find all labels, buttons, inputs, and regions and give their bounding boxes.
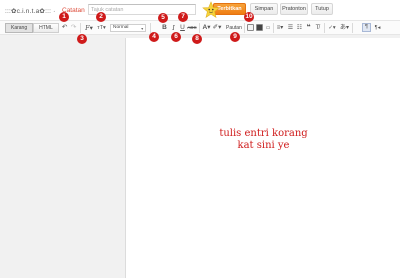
format-select[interactable]: Normal ▼ <box>110 24 146 32</box>
format-select-value: Normal <box>113 25 129 30</box>
bullet-list-icon[interactable]: ☷ <box>296 23 303 33</box>
align-icon[interactable]: ≡▾ <box>276 23 284 33</box>
strikethrough-button[interactable]: ABC <box>187 23 197 33</box>
toolbar-divider <box>80 23 81 33</box>
undo-icon[interactable]: ↶ <box>61 23 68 33</box>
marker-5: 5 <box>158 13 168 23</box>
numbered-list-icon[interactable]: ☰ <box>287 23 294 33</box>
toolbar-divider <box>244 23 245 33</box>
marker-10: 10 <box>244 12 254 22</box>
breadcrumb-separator: · <box>53 8 56 15</box>
input-tools-icon[interactable]: あ▾ <box>340 23 349 33</box>
highlight-color-icon[interactable]: ✐▾ <box>212 23 222 33</box>
video-icon[interactable] <box>256 24 263 31</box>
preview-button[interactable]: Pratonton <box>280 3 308 15</box>
star-icon <box>202 1 220 18</box>
marker-7: 7 <box>178 12 188 22</box>
blog-name[interactable]: :::✿c.i.n.t.a✿::: · <box>5 7 55 15</box>
editor-content: tulis entri korang kat sini ye <box>126 128 400 152</box>
marker-6: 6 <box>171 32 181 42</box>
spellcheck-icon[interactable]: ✓▾ <box>327 23 337 33</box>
remove-format-icon[interactable]: T̸ <box>314 23 321 33</box>
toolbar-divider <box>199 23 200 33</box>
redo-icon[interactable]: ↷ <box>70 23 77 33</box>
editor-text-line: kat sini ye <box>237 140 290 151</box>
text-color-icon[interactable]: A▾ <box>202 23 211 33</box>
save-button[interactable]: Simpan <box>250 3 278 15</box>
marker-2: 2 <box>96 12 106 22</box>
mode-switch: Karang HTML <box>5 23 59 33</box>
blog-name-text: :::✿c.i.n.t.a✿::: <box>5 8 52 15</box>
toolbar-divider <box>352 23 353 33</box>
bold-button[interactable]: B <box>161 23 168 33</box>
marker-1: 1 <box>59 12 69 22</box>
marker-8: 8 <box>192 34 202 44</box>
editor-text-line: tulis entri korang <box>219 128 308 139</box>
jump-break-icon[interactable]: ▭ <box>265 23 271 33</box>
rtl-direction-icon[interactable]: ¶◂ <box>373 23 382 33</box>
underline-button[interactable]: U <box>179 23 186 33</box>
compose-mode-button[interactable]: Karang <box>5 23 34 33</box>
quote-icon[interactable]: ❝ <box>305 23 312 33</box>
close-button[interactable]: Tutup <box>311 3 333 15</box>
marker-3: 3 <box>77 34 87 44</box>
font-size-icon[interactable]: тT▾ <box>96 23 107 33</box>
toolbar-divider <box>324 23 325 33</box>
ltr-direction-icon[interactable]: ¶ <box>362 23 371 32</box>
image-icon[interactable] <box>247 24 254 31</box>
font-family-icon[interactable]: F▾ <box>84 23 94 33</box>
chevron-down-icon: ▼ <box>140 27 144 31</box>
editor-toolbar: Karang HTML ↶ ↷ F▾ тT▾ Normal ▼ B I U AB… <box>0 20 400 35</box>
marker-9: 9 <box>230 32 240 42</box>
marker-4: 4 <box>149 32 159 42</box>
html-mode-button[interactable]: HTML <box>33 23 59 33</box>
post-body-editor[interactable]: tulis entri korang kat sini ye <box>125 38 400 278</box>
toolbar-divider <box>273 23 274 33</box>
